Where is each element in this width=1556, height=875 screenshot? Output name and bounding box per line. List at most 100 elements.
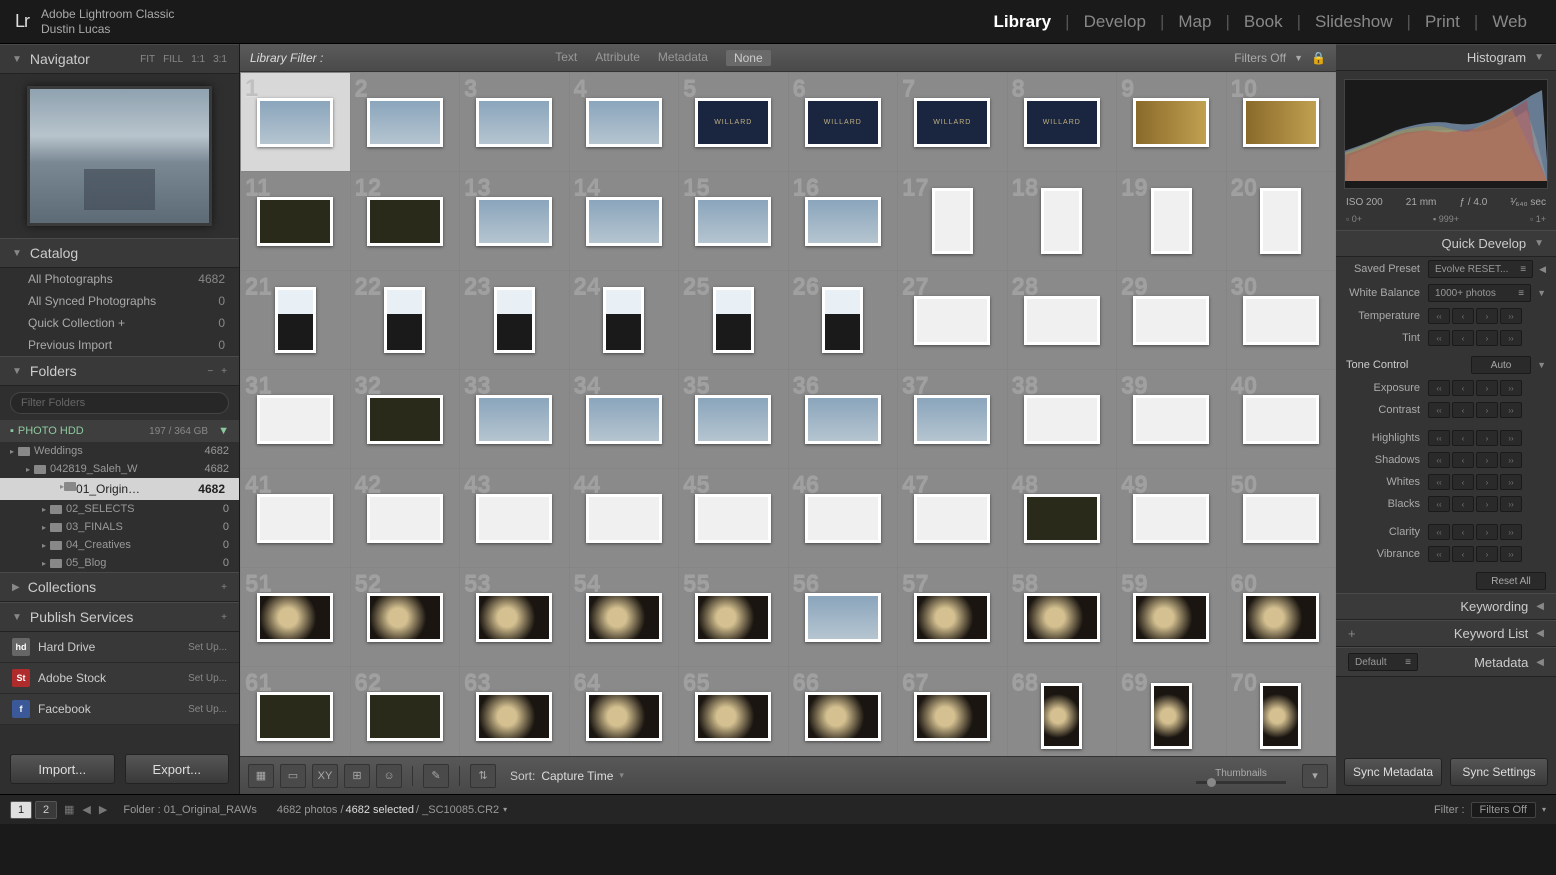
grid-cell[interactable]: 42 bbox=[351, 469, 460, 567]
stepper-button[interactable]: ‹ bbox=[1452, 380, 1474, 396]
stepper-button[interactable]: ›› bbox=[1500, 330, 1522, 346]
grid-cell[interactable]: 48 bbox=[1008, 469, 1117, 567]
grid-cell[interactable]: 43 bbox=[460, 469, 569, 567]
stepper-button[interactable]: ‹ bbox=[1452, 474, 1474, 490]
stepper-button[interactable]: › bbox=[1476, 474, 1498, 490]
grid-cell[interactable]: 23 bbox=[460, 271, 569, 369]
grid-cell[interactable]: 35 bbox=[679, 370, 788, 468]
export-button[interactable]: Export... bbox=[125, 754, 230, 784]
minus-icon[interactable]: − bbox=[207, 366, 213, 377]
grid-cell[interactable]: 16 bbox=[789, 172, 898, 270]
people-view-button[interactable]: ☺ bbox=[376, 764, 402, 788]
grid-cell[interactable]: 9 bbox=[1117, 73, 1226, 171]
lock-icon[interactable]: 🔒 bbox=[1311, 51, 1326, 65]
grid-cell[interactable]: 11 bbox=[241, 172, 350, 270]
stepper-button[interactable]: › bbox=[1476, 496, 1498, 512]
metadata-header[interactable]: Default≡ Metadata ◀ bbox=[1336, 647, 1556, 677]
compare-view-button[interactable]: XY bbox=[312, 764, 338, 788]
stepper-button[interactable]: ›› bbox=[1500, 402, 1522, 418]
stepper-button[interactable]: ›› bbox=[1500, 430, 1522, 446]
grid-cell[interactable]: 25 bbox=[679, 271, 788, 369]
toolbar-menu-button[interactable]: ▾ bbox=[1302, 764, 1328, 788]
grid-cell[interactable]: 63 bbox=[460, 667, 569, 756]
grid-cell[interactable]: 30 bbox=[1227, 271, 1336, 369]
saved-preset-select[interactable]: Evolve RESET...≡ bbox=[1428, 260, 1533, 278]
navigator-preview[interactable] bbox=[27, 86, 212, 226]
drive-row[interactable]: ▪ PHOTO HDD 197 / 364 GB ▼ bbox=[0, 420, 239, 442]
grid-cell[interactable]: 37 bbox=[898, 370, 1007, 468]
stepper-button[interactable]: › bbox=[1476, 452, 1498, 468]
reset-all-button[interactable]: Reset All bbox=[1476, 572, 1546, 590]
stepper-button[interactable]: ›› bbox=[1500, 524, 1522, 540]
zoom-preset[interactable]: FIT bbox=[140, 54, 155, 65]
stepper-button[interactable]: › bbox=[1476, 430, 1498, 446]
grid-cell[interactable]: 59 bbox=[1117, 568, 1226, 666]
module-slideshow[interactable]: Slideshow bbox=[1301, 12, 1407, 32]
folder-item[interactable]: ▸042819_Saleh_W4682 bbox=[0, 460, 239, 478]
chevron-down-icon[interactable]: ▼ bbox=[1537, 360, 1546, 370]
stepper-button[interactable]: › bbox=[1476, 330, 1498, 346]
stepper-button[interactable]: ‹‹ bbox=[1428, 546, 1450, 562]
stepper-button[interactable]: ‹‹ bbox=[1428, 496, 1450, 512]
zoom-preset[interactable]: 3:1 bbox=[213, 54, 227, 65]
grid-cell[interactable]: 26 bbox=[789, 271, 898, 369]
stepper-button[interactable]: ‹‹ bbox=[1428, 430, 1450, 446]
plus-icon[interactable]: + bbox=[221, 612, 227, 623]
forward-arrow-icon[interactable]: ▶ bbox=[99, 803, 107, 816]
stepper-button[interactable]: ‹ bbox=[1452, 524, 1474, 540]
stepper-button[interactable]: › bbox=[1476, 308, 1498, 324]
stepper-button[interactable]: ›› bbox=[1500, 452, 1522, 468]
grid-cell[interactable]: 57 bbox=[898, 568, 1007, 666]
grid-cell[interactable]: 60 bbox=[1227, 568, 1336, 666]
grid-cell[interactable]: 34 bbox=[570, 370, 679, 468]
grid-cell[interactable]: 65 bbox=[679, 667, 788, 756]
grid-toggle-icon[interactable]: ▦ bbox=[64, 803, 74, 816]
stepper-button[interactable]: ›› bbox=[1500, 308, 1522, 324]
grid-cell[interactable]: 50 bbox=[1227, 469, 1336, 567]
grid-cell[interactable]: 18 bbox=[1008, 172, 1117, 270]
grid-cell[interactable]: 52 bbox=[351, 568, 460, 666]
grid-cell[interactable]: 7 bbox=[898, 73, 1007, 171]
survey-view-button[interactable]: ⊞ bbox=[344, 764, 370, 788]
auto-tone-button[interactable]: Auto bbox=[1471, 356, 1531, 374]
grid-cell[interactable]: 56 bbox=[789, 568, 898, 666]
grid-cell[interactable]: 46 bbox=[789, 469, 898, 567]
publish-header[interactable]: ▼ Publish Services + bbox=[0, 602, 239, 632]
grid-cell[interactable]: 45 bbox=[679, 469, 788, 567]
stepper-button[interactable]: ‹‹ bbox=[1428, 524, 1450, 540]
plus-icon[interactable]: + bbox=[221, 366, 227, 377]
folders-header[interactable]: ▼ Folders −+ bbox=[0, 356, 239, 386]
folder-item[interactable]: ▸05_Blog0 bbox=[0, 554, 239, 572]
stepper-button[interactable]: ‹‹ bbox=[1428, 380, 1450, 396]
stepper-button[interactable]: ‹ bbox=[1452, 496, 1474, 512]
publish-service[interactable]: fFacebookSet Up... bbox=[0, 694, 239, 725]
publish-service[interactable]: hdHard DriveSet Up... bbox=[0, 632, 239, 663]
grid-cell[interactable]: 2 bbox=[351, 73, 460, 171]
grid-cell[interactable]: 40 bbox=[1227, 370, 1336, 468]
grid-cell[interactable]: 44 bbox=[570, 469, 679, 567]
folder-item[interactable]: ▸04_Creatives0 bbox=[0, 536, 239, 554]
keywording-header[interactable]: Keywording ◀ bbox=[1336, 593, 1556, 620]
collections-header[interactable]: ▶ Collections + bbox=[0, 572, 239, 602]
sort-direction-button[interactable]: ⇅ bbox=[470, 764, 496, 788]
white-balance-select[interactable]: 1000+ photos≡ bbox=[1428, 284, 1531, 302]
module-map[interactable]: Map bbox=[1164, 12, 1225, 32]
grid-cell[interactable]: 32 bbox=[351, 370, 460, 468]
grid-cell[interactable]: 39 bbox=[1117, 370, 1226, 468]
grid-cell[interactable]: 41 bbox=[241, 469, 350, 567]
stepper-button[interactable]: ‹ bbox=[1452, 308, 1474, 324]
catalog-item[interactable]: Quick Collection +0 bbox=[0, 312, 239, 334]
grid-cell[interactable]: 19 bbox=[1117, 172, 1226, 270]
chevron-down-icon[interactable]: ▾ bbox=[1542, 805, 1546, 814]
stepper-button[interactable]: › bbox=[1476, 402, 1498, 418]
module-book[interactable]: Book bbox=[1230, 12, 1297, 32]
sync-metadata-button[interactable]: Sync Metadata bbox=[1344, 758, 1442, 786]
stepper-button[interactable]: ‹ bbox=[1452, 430, 1474, 446]
publish-service[interactable]: StAdobe StockSet Up... bbox=[0, 663, 239, 694]
module-print[interactable]: Print bbox=[1411, 12, 1474, 32]
grid-cell[interactable]: 64 bbox=[570, 667, 679, 756]
grid-cell[interactable]: 5 bbox=[679, 73, 788, 171]
plus-icon[interactable]: + bbox=[221, 582, 227, 593]
grid-cell[interactable]: 31 bbox=[241, 370, 350, 468]
grid-cell[interactable]: 14 bbox=[570, 172, 679, 270]
